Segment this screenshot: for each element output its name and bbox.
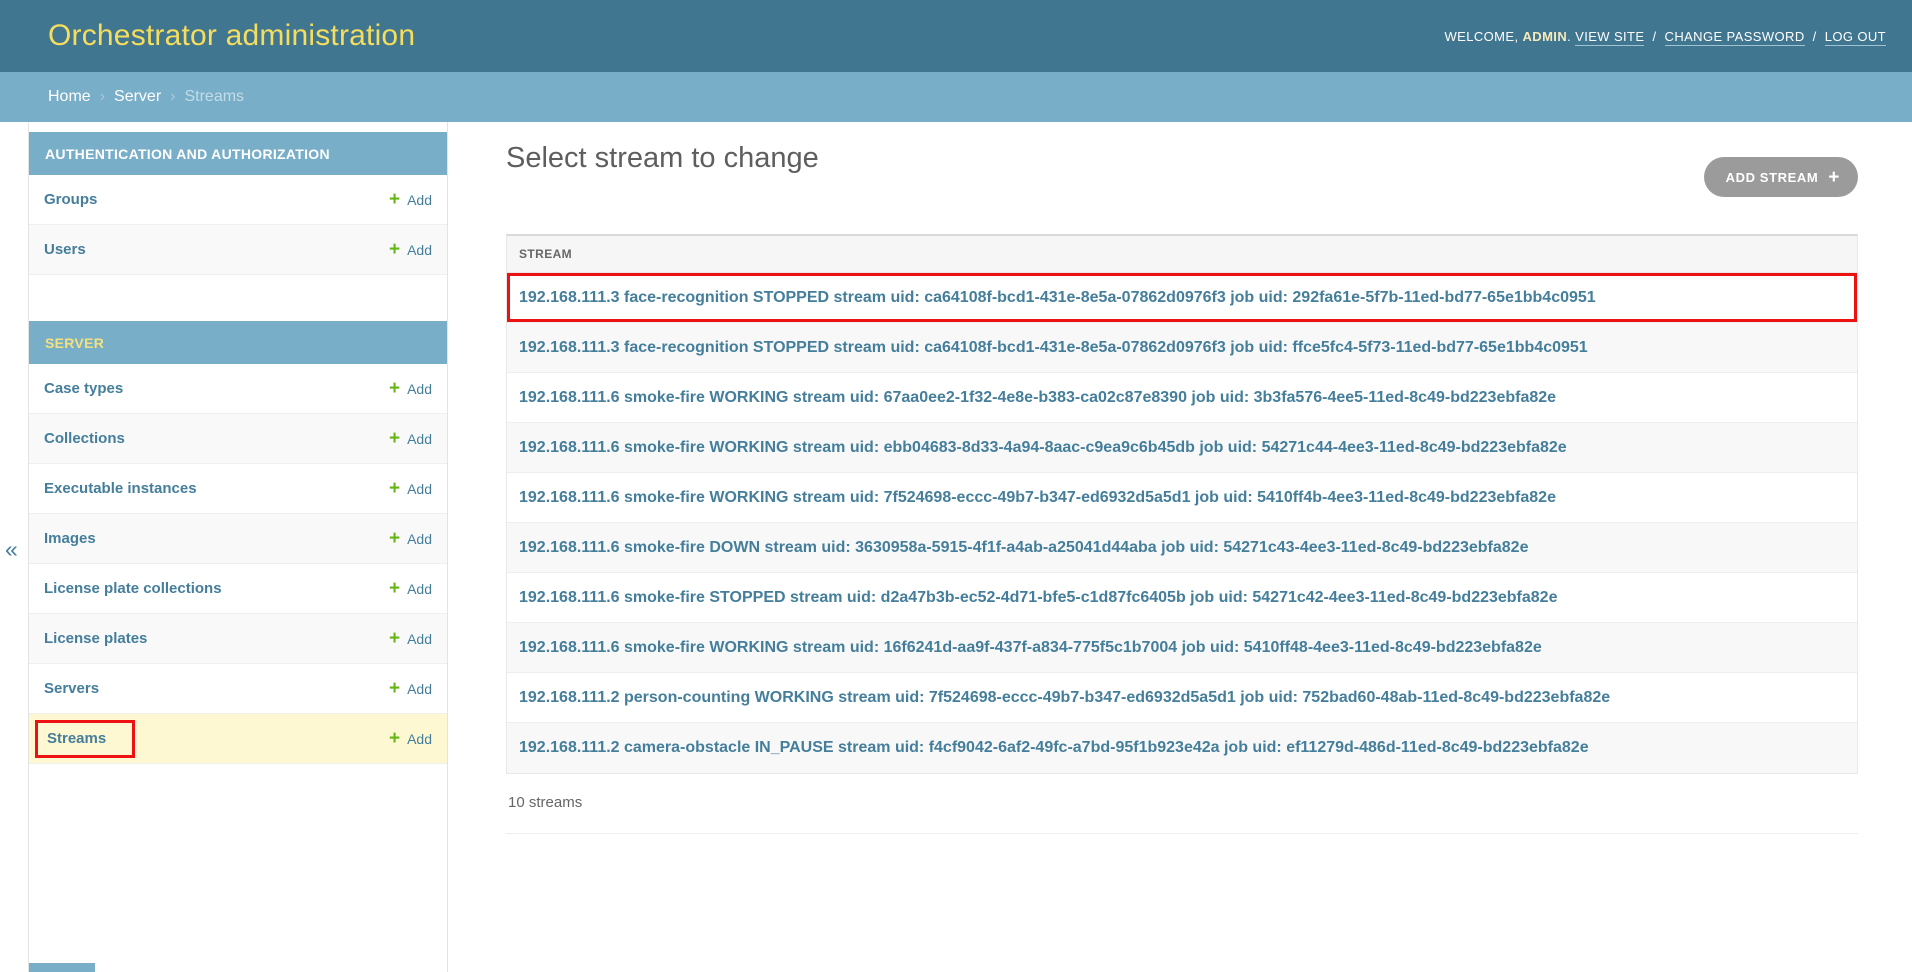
stream-link[interactable]: 192.168.111.3 face-recognition STOPPED s… — [519, 289, 1596, 307]
add-license-plates-link[interactable]: + Add — [389, 629, 432, 648]
app-header: Orchestrator administration WELCOME, ADM… — [0, 0, 1912, 72]
sidebar-item-executable-instances: Executable instances + Add — [29, 464, 447, 514]
sidebar-item-case-types: Case types + Add — [29, 364, 447, 414]
sidebar-item-license-plates: License plates + Add — [29, 614, 447, 664]
stream-link[interactable]: 192.168.111.6 smoke-fire STOPPED stream … — [519, 589, 1557, 607]
sidebar-link-servers[interactable]: Servers — [44, 680, 99, 697]
stream-row: 192.168.111.2 camera-obstacle IN_PAUSE s… — [507, 723, 1857, 773]
stream-count: 10 streams — [506, 774, 1858, 834]
add-groups-link[interactable]: + Add — [389, 190, 432, 209]
module-gap — [29, 275, 447, 321]
breadcrumb-home-link[interactable]: Home — [48, 88, 91, 106]
stream-row: 192.168.111.3 face-recognition STOPPED s… — [507, 273, 1857, 323]
sidebar-link-collections[interactable]: Collections — [44, 430, 125, 447]
username-suffix: . — [1567, 29, 1571, 44]
stream-row: 192.168.111.6 smoke-fire WORKING stream … — [507, 473, 1857, 523]
stream-link[interactable]: 192.168.111.6 smoke-fire WORKING stream … — [519, 489, 1556, 507]
column-header-stream[interactable]: STREAM — [519, 247, 572, 261]
sidebar-link-images[interactable]: Images — [44, 530, 96, 547]
sidebar-collapse-toggle[interactable]: « — [5, 536, 18, 563]
change-password-link[interactable]: CHANGE PASSWORD — [1665, 29, 1805, 46]
sidebar-item-streams: Streams + Add — [29, 714, 447, 764]
breadcrumb: Home › Server › Streams — [0, 72, 1912, 122]
add-case-types-link[interactable]: + Add — [389, 379, 432, 398]
section-header-server: SERVER — [29, 321, 447, 364]
plus-icon: + — [1828, 168, 1840, 187]
link-separator: / — [1649, 29, 1661, 44]
app-sidebar: AUTHENTICATION AND AUTHORIZATION Groups … — [28, 122, 448, 972]
add-stream-button[interactable]: ADD STREAM + — [1704, 157, 1858, 197]
stream-link[interactable]: 192.168.111.6 smoke-fire WORKING stream … — [519, 439, 1567, 457]
user-tools: WELCOME, ADMIN. VIEW SITE / CHANGE PASSW… — [1445, 29, 1887, 44]
view-site-link[interactable]: VIEW SITE — [1575, 29, 1644, 46]
plus-icon: + — [389, 729, 400, 748]
sidebar-item-groups: Groups + Add — [29, 175, 447, 225]
plus-icon: + — [389, 579, 400, 598]
username: ADMIN — [1523, 29, 1568, 44]
stream-row: 192.168.111.6 smoke-fire STOPPED stream … — [507, 573, 1857, 623]
sidebar-link-users[interactable]: Users — [44, 241, 86, 258]
log-out-link[interactable]: LOG OUT — [1825, 29, 1886, 46]
breadcrumb-separator: › — [161, 88, 184, 106]
sidebar-link-license-plates[interactable]: License plates — [44, 630, 147, 647]
stream-row: 192.168.111.3 face-recognition STOPPED s… — [507, 323, 1857, 373]
streams-highlight-box: Streams — [35, 720, 135, 758]
add-executable-instances-link[interactable]: + Add — [389, 479, 432, 498]
stream-row: 192.168.111.6 smoke-fire WORKING stream … — [507, 373, 1857, 423]
stream-link[interactable]: 192.168.111.2 camera-obstacle IN_PAUSE s… — [519, 739, 1589, 757]
plus-icon: + — [389, 190, 400, 209]
plus-icon: + — [389, 240, 400, 259]
plus-icon: + — [389, 529, 400, 548]
plus-icon: + — [389, 629, 400, 648]
add-collections-link[interactable]: + Add — [389, 429, 432, 448]
sidebar-link-groups[interactable]: Groups — [44, 191, 97, 208]
add-images-link[interactable]: + Add — [389, 529, 432, 548]
plus-icon: + — [389, 479, 400, 498]
link-separator: / — [1809, 29, 1821, 44]
main-content: Select stream to change ADD STREAM + STR… — [448, 122, 1912, 834]
breadcrumb-separator: › — [91, 88, 114, 106]
stream-row: 192.168.111.6 smoke-fire WORKING stream … — [507, 623, 1857, 673]
welcome-label: WELCOME, — [1445, 29, 1519, 44]
sidebar-item-users: Users + Add — [29, 225, 447, 275]
table-header-row: STREAM — [507, 236, 1857, 273]
stream-row: 192.168.111.2 person-counting WORKING st… — [507, 673, 1857, 723]
stream-link[interactable]: 192.168.111.6 smoke-fire WORKING stream … — [519, 639, 1542, 657]
stream-link[interactable]: 192.168.111.3 face-recognition STOPPED s… — [519, 339, 1588, 357]
sidebar-item-images: Images + Add — [29, 514, 447, 564]
sidebar-link-case-types[interactable]: Case types — [44, 380, 123, 397]
sidebar-link-executable-instances[interactable]: Executable instances — [44, 480, 197, 497]
add-streams-link[interactable]: + Add — [389, 729, 432, 748]
add-users-link[interactable]: + Add — [389, 240, 432, 259]
sidebar-item-license-plate-collections: License plate collections + Add — [29, 564, 447, 614]
sidebar-item-servers: Servers + Add — [29, 664, 447, 714]
plus-icon: + — [389, 429, 400, 448]
site-title[interactable]: Orchestrator administration — [48, 19, 415, 53]
breadcrumb-current: Streams — [184, 88, 244, 106]
plus-icon: + — [389, 379, 400, 398]
page-title: Select stream to change — [506, 138, 1858, 178]
breadcrumb-server-link[interactable]: Server — [114, 88, 161, 106]
stream-link[interactable]: 192.168.111.6 smoke-fire WORKING stream … — [519, 389, 1556, 407]
sidebar-link-license-plate-collections[interactable]: License plate collections — [44, 580, 222, 597]
sidebar-link-streams[interactable]: Streams — [47, 730, 106, 747]
sidebar-bottom-strip — [29, 963, 95, 972]
stream-link[interactable]: 192.168.111.6 smoke-fire DOWN stream uid… — [519, 539, 1528, 557]
sidebar-item-collections: Collections + Add — [29, 414, 447, 464]
stream-row: 192.168.111.6 smoke-fire WORKING stream … — [507, 423, 1857, 473]
stream-link[interactable]: 192.168.111.2 person-counting WORKING st… — [519, 689, 1610, 707]
stream-table: STREAM 192.168.111.3 face-recognition ST… — [506, 234, 1858, 774]
plus-icon: + — [389, 679, 400, 698]
add-servers-link[interactable]: + Add — [389, 679, 432, 698]
section-header-auth: AUTHENTICATION AND AUTHORIZATION — [29, 132, 447, 175]
stream-row: 192.168.111.6 smoke-fire DOWN stream uid… — [507, 523, 1857, 573]
add-license-plate-collections-link[interactable]: + Add — [389, 579, 432, 598]
